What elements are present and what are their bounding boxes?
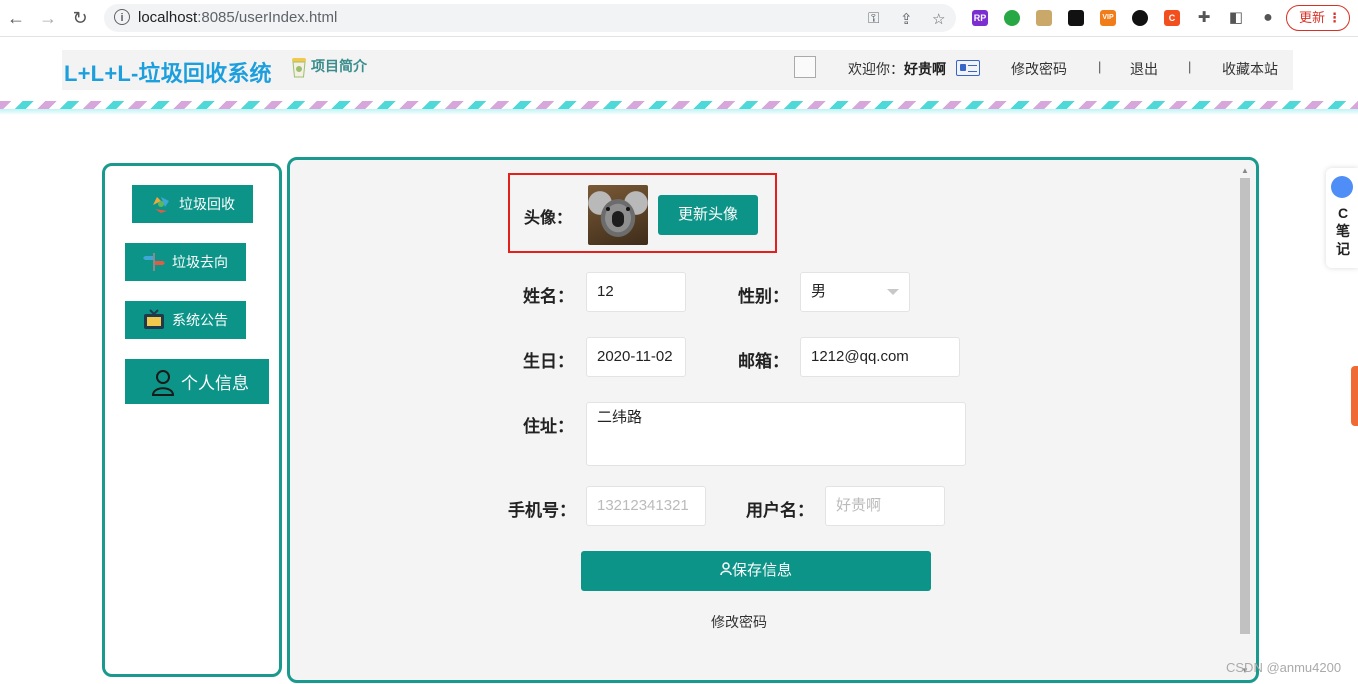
infinity-extension-icon[interactable] bbox=[1132, 10, 1148, 26]
phone-field[interactable]: 13212341321 bbox=[586, 486, 706, 526]
scroll-up-arrow-icon[interactable]: ▲ bbox=[1240, 166, 1250, 175]
avatar-section: 头像： 更新头像 bbox=[508, 173, 777, 253]
site-logo[interactable]: L+L+L-垃圾回收系统 bbox=[64, 56, 272, 88]
sidebar-item-label: 系统公告 bbox=[172, 312, 228, 328]
broken-image-icon bbox=[794, 56, 816, 78]
email-field[interactable]: 1212@qq.com bbox=[800, 337, 960, 377]
avatar-label: 头像： bbox=[524, 210, 573, 227]
name-label: 姓名： bbox=[523, 287, 574, 306]
reload-icon[interactable]: ↻ bbox=[68, 6, 92, 30]
menu-dots-icon: ⋮ bbox=[1328, 10, 1341, 25]
side-tab-handle[interactable] bbox=[1351, 366, 1358, 426]
logout-link[interactable]: 退出 bbox=[1130, 59, 1158, 79]
gender-selected-value: 男 bbox=[811, 283, 827, 300]
separator: | bbox=[1188, 59, 1192, 74]
sidebar-item-label: 垃圾去向 bbox=[172, 254, 228, 270]
gender-select[interactable]: 男 bbox=[800, 272, 910, 312]
note-widget-label: C 笔 记 bbox=[1336, 205, 1350, 257]
note-widget-icon bbox=[1331, 176, 1353, 198]
watermark: CSDN @anmu4200 bbox=[1226, 660, 1342, 675]
back-arrow-icon[interactable]: ← bbox=[4, 6, 28, 30]
address-bar[interactable]: i localhost:8085/userIndex.html ⚿ ⇪ ☆ bbox=[104, 4, 956, 32]
extensions-puzzle-icon[interactable]: ✚ bbox=[1192, 6, 1216, 30]
welcome-text: 欢迎你：好贵啊 bbox=[848, 61, 946, 77]
scrollbar-thumb[interactable] bbox=[1240, 178, 1250, 634]
sidebar-item-label: 个人信息 bbox=[181, 374, 249, 393]
address-textarea[interactable]: 二纬路 bbox=[586, 402, 966, 466]
share-icon[interactable]: ⇪ bbox=[900, 10, 913, 28]
axure-rp-extension-icon[interactable]: RP bbox=[972, 10, 988, 26]
recycle-icon bbox=[153, 197, 169, 213]
vip-extension-icon[interactable]: VIP bbox=[1100, 10, 1116, 26]
name-field[interactable]: 12 bbox=[586, 272, 686, 312]
note-widget[interactable]: C 笔 记 bbox=[1326, 168, 1358, 268]
avatar bbox=[588, 185, 648, 245]
birthday-label: 生日： bbox=[523, 352, 574, 371]
birthday-field[interactable]: 2020-11-02 bbox=[586, 337, 686, 377]
sidebar-item-destination[interactable]: 垃圾去向 bbox=[125, 243, 246, 281]
cup-icon bbox=[292, 58, 306, 78]
forward-arrow-icon[interactable]: → bbox=[36, 6, 60, 30]
id-card-icon[interactable] bbox=[956, 60, 980, 76]
decorative-stripe bbox=[0, 101, 1358, 109]
change-password-link[interactable]: 修改密码 bbox=[711, 612, 767, 632]
username-field[interactable]: 好贵啊 bbox=[825, 486, 945, 526]
update-avatar-button[interactable]: 更新头像 bbox=[658, 195, 758, 235]
sidebar-item-label: 垃圾回收 bbox=[179, 196, 235, 212]
separator: | bbox=[1098, 59, 1102, 74]
user-icon bbox=[151, 369, 175, 396]
sidebar-item-notice[interactable]: 系统公告 bbox=[125, 301, 246, 339]
signpost-icon bbox=[143, 253, 165, 271]
sidebar: 垃圾回收 垃圾去向 系统公告 个人信息 bbox=[102, 163, 282, 677]
phone-label: 手机号： bbox=[508, 501, 576, 520]
site-info-icon[interactable]: i bbox=[114, 9, 130, 25]
tampermonkey-extension-icon[interactable] bbox=[1068, 10, 1084, 26]
profile-avatar-icon[interactable]: ● bbox=[1256, 6, 1280, 30]
bookmark-site-link[interactable]: 收藏本站 bbox=[1222, 59, 1278, 79]
gender-label: 性别： bbox=[738, 287, 789, 306]
profile-panel: 头像： 更新头像 姓名： 12 性别： 男 生日： 2020-11-02 邮箱：… bbox=[287, 157, 1259, 683]
decorative-stripe-shadow bbox=[0, 109, 1358, 115]
username-label: 用户名： bbox=[746, 501, 814, 520]
notice-board-icon bbox=[144, 309, 164, 329]
address-label: 住址： bbox=[523, 417, 574, 436]
bookmark-star-icon[interactable]: ☆ bbox=[932, 10, 945, 28]
image-extension-icon[interactable] bbox=[1036, 10, 1052, 26]
site-header: L+L+L-垃圾回收系统 项目简介 欢迎你：好贵啊 修改密码 | 退出 | 收藏… bbox=[62, 50, 1293, 90]
c-extension-icon[interactable]: C bbox=[1164, 10, 1180, 26]
browser-toolbar: ← → ↻ i localhost:8085/userIndex.html ⚿ … bbox=[0, 0, 1358, 37]
side-panel-icon[interactable]: ◧ bbox=[1224, 6, 1248, 30]
key-icon[interactable]: ⚿ bbox=[868, 10, 879, 27]
user-icon bbox=[720, 562, 732, 576]
save-info-button[interactable]: 保存信息 bbox=[581, 551, 931, 591]
url-text: localhost:8085/userIndex.html bbox=[138, 9, 338, 26]
email-label: 邮箱： bbox=[738, 352, 789, 371]
chevron-down-icon bbox=[887, 289, 899, 295]
sidebar-item-recycle[interactable]: 垃圾回收 bbox=[132, 185, 253, 223]
chat-extension-icon[interactable] bbox=[1004, 10, 1020, 26]
project-intro-link[interactable]: 项目简介 bbox=[290, 56, 367, 78]
header-change-password-link[interactable]: 修改密码 bbox=[1011, 59, 1067, 79]
browser-update-button[interactable]: 更新 ⋮ bbox=[1286, 5, 1350, 31]
sidebar-item-profile[interactable]: 个人信息 bbox=[125, 359, 269, 404]
